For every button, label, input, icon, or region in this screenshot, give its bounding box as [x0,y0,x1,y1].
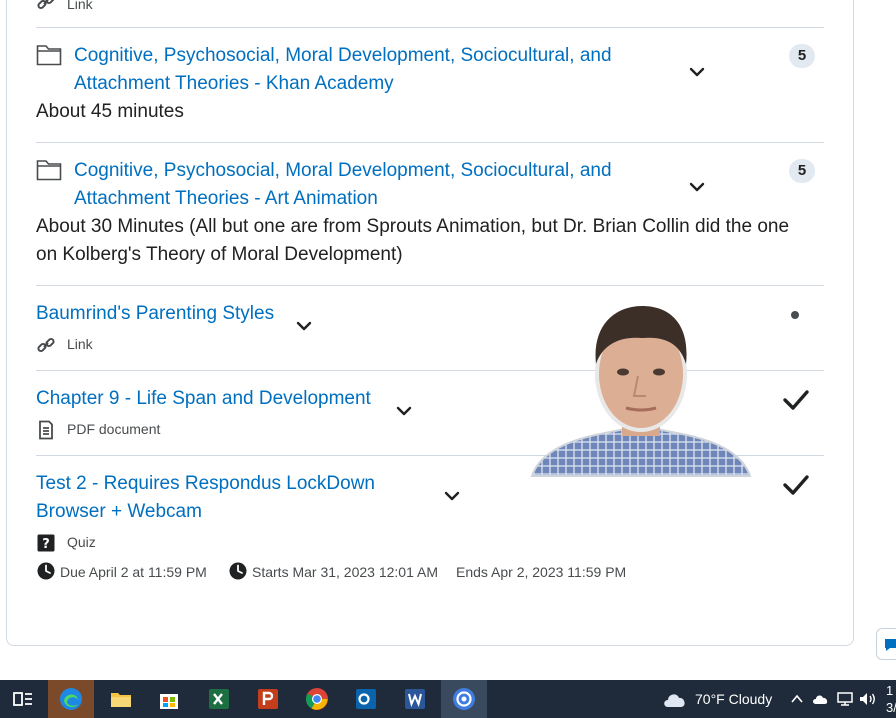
link-icon [37,0,55,10]
chapter9-link-title[interactable]: Chapter 9 - Life Span and Development [36,385,371,413]
chevron-down-icon[interactable] [444,488,460,504]
divider [36,142,824,143]
clock-date[interactable]: 3/ [886,699,896,716]
test2-link-title-line1[interactable]: Test 2 - Requires Respondus LockDown [36,470,375,498]
top-link-meta: Link [67,0,93,12]
test2-meta: Quiz [67,534,96,550]
chevron-down-icon[interactable] [689,64,705,80]
test2-end-date: Ends Apr 2, 2023 11:59 PM [456,564,627,580]
clock-time[interactable]: 1 [886,682,893,699]
clock-icon [229,562,247,580]
art-module-title-line1[interactable]: Cognitive, Psychosocial, Moral Developme… [74,157,612,185]
folder-icon [36,160,62,181]
presenter-webcam-overlay [530,306,752,477]
test2-due-date: Due April 2 at 11:59 PM [60,564,207,580]
volume-icon[interactable] [858,691,878,707]
chevron-up-icon[interactable] [790,693,804,705]
art-module-title-line2[interactable]: Attachment Theories - Art Animation [74,185,378,213]
unread-dot-icon [791,311,799,319]
art-module-description-line1: About 30 Minutes (All but one are from S… [36,216,790,237]
chat-button[interactable] [876,628,896,660]
folder-icon [36,45,62,66]
outlook-icon [356,689,376,709]
item-count-badge: 5 [789,159,815,183]
checkmark-icon [783,390,809,410]
taskbar-store[interactable] [146,680,192,718]
link-icon [37,337,55,353]
baumrind-link-title[interactable]: Baumrind's Parenting Styles [36,300,274,328]
taskbar-lockdown-browser[interactable] [441,680,487,718]
taskbar-outlook[interactable] [343,680,389,718]
chat-icon [885,639,896,651]
divider [36,27,824,28]
clock-icon [37,562,55,580]
taskbar-chrome[interactable] [294,680,340,718]
divider [36,285,824,286]
quiz-icon: ? [37,534,55,552]
onedrive-cloud-icon[interactable] [812,692,830,706]
cloudy-weather-icon [664,694,685,707]
test2-start-date: Starts Mar 31, 2023 12:01 AM [252,564,438,580]
chevron-down-icon[interactable] [296,318,312,334]
edge-browser-icon [60,688,82,710]
excel-icon [209,689,229,709]
chevron-down-icon[interactable] [396,403,412,419]
store-icon [160,694,178,709]
baumrind-meta: Link [67,336,93,352]
task-view-button[interactable] [0,680,46,718]
khan-module-title-line1[interactable]: Cognitive, Psychosocial, Moral Developme… [74,42,612,70]
item-count-badge: 5 [789,44,815,68]
checkmark-icon [783,475,809,495]
taskbar-powerpoint[interactable] [245,680,291,718]
taskbar-excel[interactable] [196,680,242,718]
powerpoint-icon [258,689,278,709]
lockdown-browser-icon [453,688,475,710]
taskbar-word[interactable] [392,680,438,718]
file-explorer-icon [111,693,131,707]
network-icon[interactable] [836,691,854,707]
windows-taskbar: 70°F Cloudy 1 3/ [0,680,896,718]
chevron-down-icon[interactable] [689,179,705,195]
chapter9-meta: PDF document [67,421,161,437]
taskbar-file-explorer[interactable] [98,680,144,718]
weather-readout[interactable]: 70°F Cloudy [695,680,772,718]
word-icon [405,689,425,709]
art-module-description-line2: on Kolberg's Theory of Moral Development… [36,244,403,265]
test2-link-title-line2[interactable]: Browser + Webcam [36,498,202,526]
svg-text:?: ? [42,537,50,552]
task-view-icon [13,692,32,706]
chrome-icon [306,688,328,710]
khan-module-title-line2[interactable]: Attachment Theories - Khan Academy [74,70,394,98]
document-icon [39,420,53,440]
khan-module-description: About 45 minutes [36,101,184,122]
taskbar-edge[interactable] [48,680,94,718]
